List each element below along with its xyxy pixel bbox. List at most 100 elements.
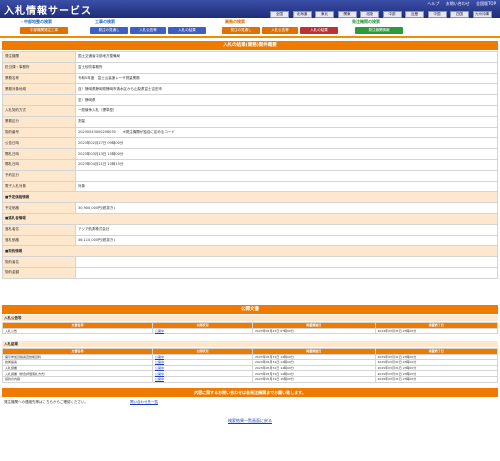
notice-subheading: 入札公告等 [2, 315, 498, 321]
nav-tab[interactable]: 発注の見通し [222, 27, 260, 34]
group-label: ■落札者情報 [2, 212, 498, 225]
field-value: 30,900,000円(税抜き) [75, 202, 498, 214]
doc-row: 入札公告 公開中 2023年02月27日 07時00分 2024年03月31日 23時… [2, 327, 498, 335]
group-label: ■予定価格情報 [2, 191, 498, 204]
field-value: 令和5年度 富士山高速レーザ測量業務 [75, 72, 498, 85]
field-value: 測量 [75, 115, 498, 128]
region-button[interactable]: 北陸 [360, 11, 379, 18]
group-row: ■落札者情報 [2, 212, 498, 225]
detail-row: 落札価格 46,110,000円(税抜き) [2, 234, 498, 247]
detail-row: 予定価格 30,900,000円(税抜き) [2, 202, 498, 214]
doc-cell: 2023年05月31日 15時00分 [252, 376, 376, 383]
doc-cell: 2023年02月27日 07時00分 [252, 327, 376, 335]
nav-tab[interactable]: 入札の結果 [168, 27, 206, 34]
group-row: ■契約情報 [2, 245, 498, 258]
nav-tab[interactable]: 入札公告等 [262, 27, 298, 34]
region-button[interactable]: 中国 [427, 11, 447, 18]
field-label: 業務区分 [2, 115, 76, 128]
detail-row: 契約者名 [2, 256, 498, 268]
detail-row: 業務区分 測量 [2, 115, 498, 128]
region-button[interactable]: 東北 [315, 11, 334, 18]
region-button[interactable]: 四国 [450, 11, 469, 18]
field-value [75, 256, 498, 268]
field-value: 自）静岡県静岡県静岡市清水区から山梨県富士吉田市 [75, 83, 498, 96]
field-label: 担当課・事務所 [2, 61, 76, 74]
field-label: 開札日時 [2, 158, 76, 171]
detail-row: 担当課・事務所 富士砂防事務所 [2, 61, 498, 74]
detail-row: 開札日時 2023年04月21日 10時15分 [2, 158, 498, 171]
region-button[interactable]: 関東 [337, 11, 357, 18]
detail-row: 予約区分 [2, 169, 498, 182]
field-label: 予定価格 [2, 202, 76, 214]
status-link[interactable]: 公開中 [152, 327, 253, 335]
nav-tab[interactable]: 入札の結果 [300, 27, 338, 34]
detail-table: 発注機関 国土交通省中部地方整備局 担当課・事務所 富士砂防事務所 業務名称 令和5年度 … [2, 51, 498, 279]
doc-cell: 契約の内容 [2, 376, 153, 383]
detail-row: 至）静岡県 [2, 94, 498, 106]
field-value: 2023年02月27日 09時00分 [75, 137, 498, 150]
detail-row: 発注機関 国土交通省中部地方整備局 [2, 51, 498, 63]
field-label: 契約金額 [2, 266, 76, 279]
detail-row: 開札日時 2023年03月13日 10時00分 [2, 148, 498, 160]
group-label: ■契約情報 [2, 245, 498, 258]
field-label: 落札者名 [2, 223, 76, 236]
field-label: 契約者名 [2, 256, 76, 268]
field-value: 2023年04月21日 10時15分 [75, 158, 498, 171]
back-to-results-link[interactable]: 検索結果一覧画面に戻る [0, 418, 500, 424]
field-value: 富士砂防事務所 [75, 61, 498, 74]
detail-row: 落札者名 アジア航測株式会社 [2, 223, 498, 236]
field-label: 予約区分 [2, 169, 76, 182]
header-bar: 入札情報サービス ヘルプ お問い合わせ 全国版TOP [0, 0, 500, 18]
doc-cell: 入札公告 [2, 327, 153, 335]
category-label: 業務の検索 [225, 19, 245, 24]
field-value: 至）静岡県 [75, 94, 498, 106]
detail-heading: 入札の結果(業務)案件概要 [2, 41, 498, 50]
field-value: 2023年03月13日 10時00分 [75, 148, 498, 160]
detail-row: 公告日時 2023年02月27日 09時00分 [2, 137, 498, 150]
contact-list-link[interactable]: 問い合わせ先一覧 [130, 400, 158, 405]
nav-tab[interactable]: 発注の見通し [90, 27, 128, 34]
field-label: 発注機関 [2, 51, 76, 63]
field-value: 対象 [75, 180, 498, 193]
field-label: 入札契約方式 [2, 104, 76, 117]
field-label: 電子入札対象 [2, 180, 76, 193]
field-value: 国土交通省中部地方整備局 [75, 51, 498, 63]
status-link[interactable]: 公開中 [152, 376, 253, 383]
nav-tab[interactable]: 発注機関情報 [355, 27, 403, 34]
results-subheading: 入札結果 [2, 341, 498, 347]
contact-link[interactable]: お問い合わせ [446, 1, 470, 6]
header-links: ヘルプ お問い合わせ 全国版TOP [422, 1, 496, 7]
region-button[interactable]: 北海道 [292, 11, 312, 18]
category-label: ・中部地整の検索 [20, 19, 52, 24]
field-value: 20230543000206030 ※発注機関が独自に定めるコード [75, 126, 498, 139]
region-button[interactable]: 九州沖縄 [472, 11, 492, 18]
group-row: ■予定価格情報 [2, 191, 498, 204]
detail-row: 契約金額 [2, 266, 498, 279]
field-label: 公告日時 [2, 137, 76, 150]
category-label: 発注機関の検索 [352, 19, 380, 24]
top-link[interactable]: 全国版TOP [476, 1, 496, 6]
footer-bar: 内容に関するお問い合わせは各発注機関までお願い致します。 [2, 388, 498, 397]
detail-row: 契約番号 20230543000206030 ※発注機関が独自に定めるコード [2, 126, 498, 139]
detail-row: 業務対象地域 自）静岡県静岡県静岡市清水区から山梨県富士吉田市 [2, 83, 498, 96]
region-button[interactable]: 中部 [382, 11, 402, 18]
detail-row: 電子入札対象 対象 [2, 180, 498, 193]
results-table: 文書名称 公開状況 掲載開始日 掲載終了日 開示参加資格審査技術資料 公開中 2023年05… [2, 348, 498, 383]
region-button[interactable]: 近畿 [405, 11, 424, 18]
field-label: 契約番号 [2, 126, 76, 139]
region-button[interactable]: 全国 [270, 11, 289, 18]
nav-tab[interactable]: 入札公告等 [130, 27, 166, 34]
nav-tab[interactable]: 中部機関発注工事 [20, 27, 68, 34]
detail-row: 入札契約方式 一般競争入札（標準型） [2, 104, 498, 117]
detail-row: 業務名称 令和5年度 富士山高速レーザ測量業務 [2, 72, 498, 85]
field-label: 業務対象地域 [2, 83, 76, 96]
app-title: 入札情報サービス [4, 6, 92, 17]
footer-note: 発注機関への連絡先等はこちらからご確認ください。 [4, 400, 88, 404]
field-label: 業務名称 [2, 72, 76, 85]
field-value: アジア航測株式会社 [75, 223, 498, 236]
help-link[interactable]: ヘルプ [427, 1, 439, 6]
notice-table: 文書名称 公開状況 掲載開始日 掲載終了日 入札公告 公開中 2023年02月27日 07時… [2, 322, 498, 335]
doc-cell: 2025年03月31日 23時00分 [374, 376, 498, 383]
field-value: 46,110,000円(税抜き) [75, 234, 498, 247]
field-label: 開札日時 [2, 148, 76, 160]
